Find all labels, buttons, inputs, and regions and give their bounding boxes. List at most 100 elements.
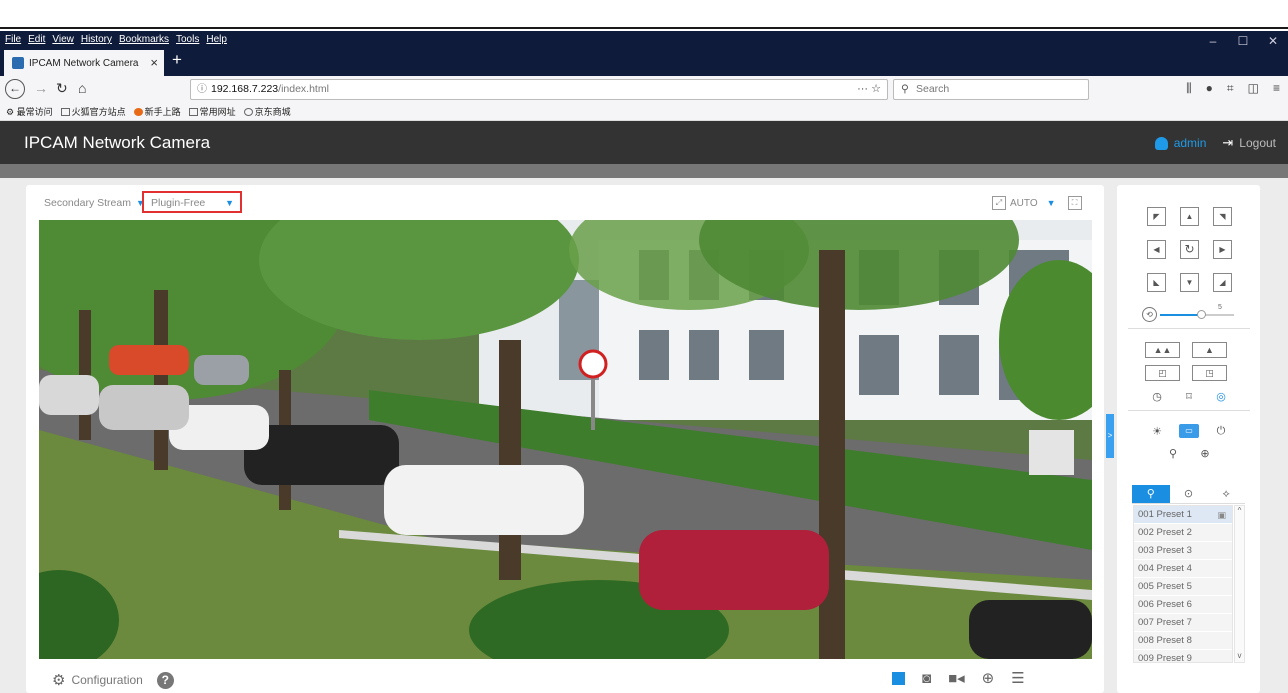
focus-far-button[interactable]: ◳: [1192, 365, 1227, 381]
sidebar-icon[interactable]: ◫: [1248, 81, 1259, 96]
help-icon[interactable]: ?: [156, 671, 174, 689]
settings-sliders-icon[interactable]: ☰: [1011, 669, 1024, 687]
timer-icon[interactable]: ◷: [1149, 390, 1165, 403]
ptz-speed-slider[interactable]: ⟲ 5: [1142, 304, 1242, 323]
fullscreen-icon[interactable]: ⛶: [1067, 196, 1082, 210]
target-icon[interactable]: ⊕: [1197, 447, 1213, 460]
tab-presets[interactable]: ⚲: [1132, 485, 1170, 504]
home-icon[interactable]: ⌂: [78, 80, 86, 96]
ptz-right-button[interactable]: ▶: [1213, 240, 1232, 259]
stream-label: Secondary Stream: [44, 197, 131, 209]
new-tab-icon[interactable]: +: [172, 50, 182, 70]
scroll-up-icon[interactable]: ^: [1235, 506, 1244, 515]
bookmark-jd-mall[interactable]: 京东商城: [243, 105, 291, 118]
bookmark-most-visited[interactable]: ⚙ 最常访问: [6, 105, 53, 118]
url-bar[interactable]: ⓘ 192.168.7.223/index.html ··· ☆: [190, 79, 888, 100]
hamburger-menu-icon[interactable]: ≡: [1273, 81, 1280, 96]
page-title: IPCAM Network Camera: [24, 133, 211, 152]
tab-close-icon[interactable]: ×: [150, 55, 158, 70]
zoom-in-button[interactable]: ▲: [1192, 342, 1227, 358]
list-item[interactable]: 004 Preset 4: [1134, 560, 1232, 578]
folder-icon: [188, 108, 198, 116]
slider-thumb[interactable]: [1196, 310, 1206, 319]
focus-frame-icon[interactable]: ⌑: [1181, 390, 1197, 403]
logout-link[interactable]: Logout: [1239, 136, 1276, 150]
bookmark-common-sites[interactable]: 常用网址: [188, 105, 236, 118]
site-info-icon[interactable]: ⓘ: [197, 80, 207, 99]
wiper-icon[interactable]: ▭: [1179, 424, 1199, 438]
preset-scrollbar[interactable]: ^ v: [1234, 505, 1245, 663]
screenshot-icon[interactable]: ⌗: [1227, 81, 1234, 96]
menu-bookmarks[interactable]: Bookmarks: [119, 34, 169, 45]
slider-track[interactable]: 5: [1160, 304, 1234, 319]
list-item[interactable]: 007 Preset 7: [1134, 614, 1232, 632]
ptz-auto-button[interactable]: ↻: [1180, 240, 1199, 259]
ptz-left-button[interactable]: ◀: [1147, 240, 1166, 259]
logout-icon[interactable]: ⇥: [1222, 135, 1233, 151]
back-icon[interactable]: ←: [5, 79, 25, 99]
list-item[interactable]: 003 Preset 3: [1134, 542, 1232, 560]
list-item[interactable]: 001 Preset 1 ▣: [1134, 506, 1232, 524]
list-item[interactable]: 002 Preset 2: [1134, 524, 1232, 542]
snapshot-icon[interactable]: ◙: [922, 670, 931, 687]
ptz-down-button[interactable]: ▼: [1180, 273, 1199, 292]
firefox-icon: [133, 108, 143, 116]
save-icon[interactable]: ▣: [1217, 506, 1226, 524]
view-mode-select[interactable]: AUTO: [1010, 198, 1038, 209]
scroll-down-icon[interactable]: v: [1235, 651, 1244, 660]
fit-window-icon[interactable]: ⤢: [992, 196, 1006, 210]
slider-value: 5: [1218, 304, 1222, 311]
ptz-down-right-button[interactable]: ◢: [1213, 273, 1232, 292]
search-input[interactable]: ⚲ Search: [893, 79, 1089, 100]
speed-icon: ⟲: [1142, 307, 1157, 322]
menu-file[interactable]: File: [5, 34, 21, 45]
menu-edit[interactable]: Edit: [28, 34, 45, 45]
ptz-up-right-button[interactable]: ◥: [1213, 207, 1232, 226]
menu-help[interactable]: Help: [206, 34, 227, 45]
library-icon[interactable]: ⫼: [1186, 81, 1192, 96]
user-area: admin ⇥ Logout: [1154, 135, 1276, 151]
search-placeholder: Search: [916, 83, 950, 95]
tab-patrol[interactable]: ⊙: [1169, 485, 1208, 504]
ptz-down-left-button[interactable]: ◣: [1147, 273, 1166, 292]
light-icon[interactable]: ☀: [1149, 425, 1165, 438]
panel-collapse-tab[interactable]: >: [1106, 414, 1114, 458]
url-path: /index.html: [278, 83, 329, 95]
bookmark-firefox-site[interactable]: 火狐官方站点: [60, 105, 126, 118]
power-icon[interactable]: ⏻: [1213, 425, 1229, 438]
ptz-panel: ◤ ▲ ◥ ◀ ↻ ▶ ◣ ▼ ◢ ⟲ 5 ▲▲ ▲ ◰ ◳ ◷ ⌑ ◎ ☀ ▭: [1117, 185, 1260, 693]
ptz-up-button[interactable]: ▲: [1180, 207, 1199, 226]
ptz-up-left-button[interactable]: ◤: [1147, 207, 1166, 226]
list-item[interactable]: 009 Preset 9: [1134, 650, 1232, 662]
configuration-link[interactable]: Configuration: [71, 673, 142, 687]
menu-view[interactable]: View: [52, 34, 74, 45]
forward-icon[interactable]: →: [34, 80, 48, 96]
browser-tab[interactable]: IPCAM Network Camera ×: [4, 50, 164, 76]
menu-history[interactable]: History: [81, 34, 112, 45]
iris-icon[interactable]: ◎: [1213, 390, 1229, 403]
stop-icon[interactable]: [892, 671, 905, 685]
camera-video-feed[interactable]: [39, 220, 1092, 659]
chat-icon[interactable]: ●: [1206, 81, 1213, 96]
list-item[interactable]: 008 Preset 8: [1134, 632, 1232, 650]
list-item[interactable]: 006 Preset 6: [1134, 596, 1232, 614]
page-actions-icon[interactable]: ··· ☆: [857, 80, 881, 99]
reload-icon[interactable]: ↻: [56, 80, 68, 97]
location-icon[interactable]: ⚲: [1165, 447, 1181, 460]
list-item[interactable]: 005 Preset 5: [1134, 578, 1232, 596]
record-icon[interactable]: ■◂: [948, 669, 965, 687]
gears-icon[interactable]: ⚙: [52, 671, 65, 689]
search-icon: ⚲: [901, 83, 909, 95]
plugin-mode-select[interactable]: Plugin-Free ▼: [142, 191, 242, 213]
zoom-icon[interactable]: ⊕: [982, 669, 995, 687]
app-header: IPCAM Network Camera admin ⇥ Logout: [0, 121, 1288, 164]
bookmark-getting-started[interactable]: 新手上路: [133, 105, 181, 118]
username-link[interactable]: admin: [1174, 136, 1207, 150]
chevron-down-icon[interactable]: ▼: [1047, 198, 1056, 208]
zoom-out-button[interactable]: ▲▲: [1145, 342, 1180, 358]
stream-select[interactable]: Secondary Stream ▼: [44, 197, 145, 209]
tab-pattern[interactable]: ⟡: [1207, 485, 1246, 504]
menu-tools[interactable]: Tools: [176, 34, 199, 45]
nav-bar: ← → ↻ ⌂ ⓘ 192.168.7.223/index.html ··· ☆…: [0, 76, 1288, 103]
focus-near-button[interactable]: ◰: [1145, 365, 1180, 381]
